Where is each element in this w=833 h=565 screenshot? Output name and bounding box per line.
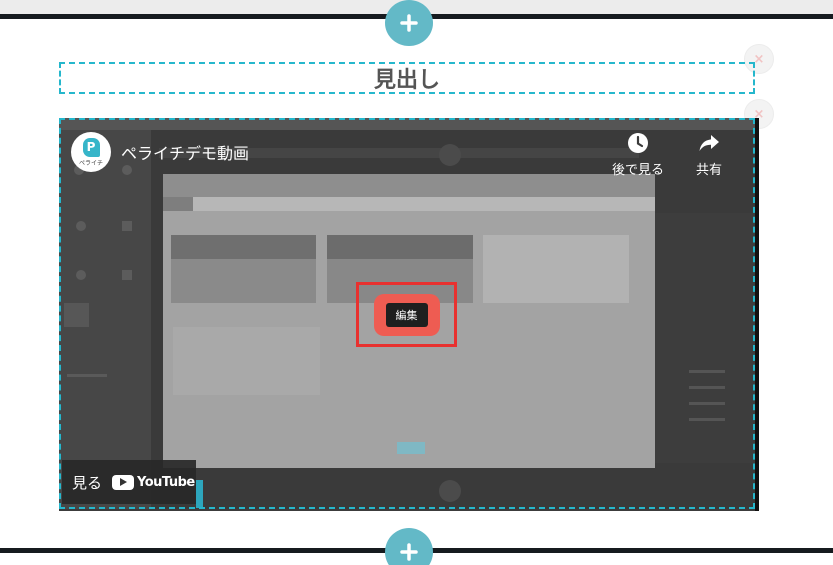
heading-block[interactable]: 見出し <box>59 62 755 94</box>
share-label: 共有 <box>696 163 723 178</box>
add-block-button-top[interactable] <box>385 0 433 46</box>
video-title-bar[interactable]: P ペライチ ペライチデモ動画 <box>71 132 249 172</box>
plus-icon <box>400 14 418 32</box>
edit-button-highlight: 編集 <box>373 293 440 336</box>
edit-label: 編集 <box>385 302 428 327</box>
share-button[interactable]: 共有 <box>696 132 722 178</box>
plus-icon <box>400 543 418 561</box>
share-arrow-icon <box>699 135 719 151</box>
channel-logo-text: ペライチ <box>78 159 103 167</box>
channel-avatar[interactable]: P ペライチ <box>71 132 111 172</box>
watch-later-button[interactable]: 後で見る <box>612 132 664 178</box>
channel-logo-icon: P <box>82 137 100 157</box>
clock-icon <box>628 133 648 153</box>
edit-highlight-frame: 編集 <box>356 282 457 347</box>
video-embed[interactable]: P ペライチ ペライチデモ動画 後で見る 共有 編集 見る YouTube <box>59 118 759 511</box>
video-title[interactable]: ペライチデモ動画 <box>121 140 249 164</box>
youtube-logo: YouTube <box>112 474 195 490</box>
watch-later-label: 後で見る <box>612 163 665 178</box>
heading-text: 見出し <box>373 68 440 93</box>
add-block-button-bottom[interactable] <box>385 528 433 565</box>
watch-on-youtube-button[interactable]: 見る YouTube <box>62 460 196 504</box>
youtube-wordmark: YouTube <box>137 474 195 490</box>
youtube-play-icon <box>112 474 135 490</box>
close-icon: × <box>753 51 765 67</box>
watch-on-label: 見る <box>72 473 103 492</box>
